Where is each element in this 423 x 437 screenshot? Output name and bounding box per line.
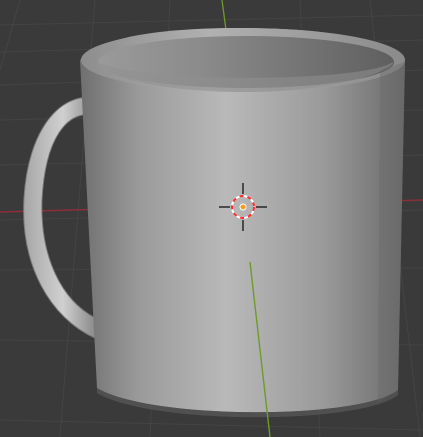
object-origin-icon	[239, 203, 247, 211]
y-axis-line-top	[221, 0, 227, 31]
3d-viewport[interactable]	[0, 0, 423, 437]
viewport-canvas[interactable]	[0, 0, 423, 437]
